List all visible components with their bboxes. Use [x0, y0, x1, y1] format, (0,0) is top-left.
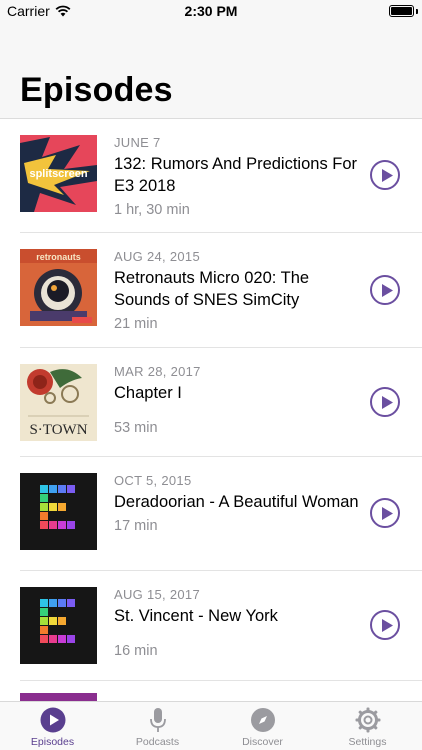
retronauts-art-text: retronauts — [36, 252, 81, 262]
episode-title: St. Vincent - New York — [114, 607, 278, 625]
play-circle-icon — [40, 707, 66, 733]
episode-meta: AUG 15, 2017 St. Vincent - New York 16 m… — [114, 587, 362, 659]
song-exploder-art-graphic — [20, 587, 97, 664]
tab-episodes[interactable]: Episodes — [0, 702, 105, 750]
retronauts-art-graphic: retronauts — [20, 249, 97, 326]
episode-row[interactable]: AUG 15, 2017 St. Vincent - New York 16 m… — [0, 571, 422, 681]
stown-art-graphic: S·TOWN — [20, 364, 97, 441]
navigation-header: Episodes — [0, 24, 422, 119]
tab-label: Episodes — [30, 736, 75, 748]
battery-icon — [389, 5, 414, 17]
song-exploder-artwork — [20, 587, 97, 664]
episode-duration: 1 hr, 30 min — [114, 202, 190, 218]
episode-date: OCT 5, 2015 — [114, 473, 192, 488]
tab-bar: Episodes Podcasts Discover Settings — [0, 701, 422, 750]
episode-date: AUG 15, 2017 — [114, 587, 200, 602]
tab-podcasts[interactable]: Podcasts — [105, 702, 210, 750]
episode-meta: OCT 5, 2015 Deradoorian - A Beautiful Wo… — [114, 473, 362, 534]
episode-duration: 53 min — [114, 420, 158, 436]
episode-duration: 16 min — [114, 643, 158, 659]
episode-duration: 17 min — [114, 518, 158, 534]
episode-list[interactable]: splitscreen JUNE 7 132: Rumors And Predi… — [0, 119, 422, 701]
episode-row[interactable]: retronauts AUG 24, 2015 Retronauts Micro… — [0, 233, 422, 348]
play-icon — [382, 507, 393, 520]
compass-icon — [251, 708, 275, 732]
stown-art-text: S·TOWN — [29, 422, 87, 438]
page-title: Episodes — [20, 71, 173, 109]
tab-label: Podcasts — [135, 736, 180, 748]
episode-meta: AUG 24, 2015 Retronauts Micro 020: The S… — [114, 249, 362, 332]
episode-row[interactable]: splitscreen JUNE 7 132: Rumors And Predi… — [0, 119, 422, 233]
status-bar: Carrier 2:30 PM — [0, 0, 422, 24]
episode-title: Deradoorian - A Beautiful Woman — [114, 493, 359, 511]
tab-label: Discover — [242, 736, 283, 748]
episode-meta: MAR 28, 2017 Chapter I 53 min — [114, 364, 362, 436]
episode-title: Chapter I — [114, 384, 182, 402]
play-icon — [382, 619, 393, 632]
episode-row[interactable]: S·TOWN MAR 28, 2017 Chapter I 53 min — [0, 348, 422, 457]
next-episode-artwork-peek — [20, 693, 97, 701]
episode-duration: 21 min — [114, 316, 158, 332]
splitscreen-art-text: splitscreen — [29, 168, 87, 180]
episode-date: MAR 28, 2017 — [114, 364, 201, 379]
row-divider — [20, 680, 422, 681]
gear-icon — [355, 707, 381, 733]
retronauts-artwork: retronauts — [20, 249, 97, 326]
microphone-icon — [150, 708, 166, 732]
play-icon — [382, 284, 393, 297]
play-button[interactable] — [370, 275, 400, 305]
episode-date: AUG 24, 2015 — [114, 249, 200, 264]
episode-title: 132: Rumors And Predictions For E3 2018 — [114, 155, 358, 195]
tab-label: Settings — [348, 736, 387, 748]
splitscreen-art-graphic: splitscreen — [20, 135, 97, 212]
stown-artwork: S·TOWN — [20, 364, 97, 441]
episode-title: Retronauts Micro 020: The Sounds of SNES… — [114, 269, 310, 309]
episode-meta: JUNE 7 132: Rumors And Predictions For E… — [114, 135, 362, 218]
episode-row[interactable]: OCT 5, 2015 Deradoorian - A Beautiful Wo… — [0, 457, 422, 571]
play-button[interactable] — [370, 610, 400, 640]
episode-date: JUNE 7 — [114, 135, 161, 150]
play-button[interactable] — [370, 498, 400, 528]
tab-settings[interactable]: Settings — [315, 702, 420, 750]
play-icon — [382, 396, 393, 409]
battery-tip — [416, 9, 418, 14]
tab-discover[interactable]: Discover — [210, 702, 315, 750]
play-button[interactable] — [370, 160, 400, 190]
play-button[interactable] — [370, 387, 400, 417]
splitscreen-artwork: splitscreen — [20, 135, 97, 212]
song-exploder-artwork — [20, 473, 97, 550]
play-icon — [382, 169, 393, 182]
song-exploder-art-graphic — [20, 473, 97, 550]
status-time: 2:30 PM — [184, 3, 238, 19]
